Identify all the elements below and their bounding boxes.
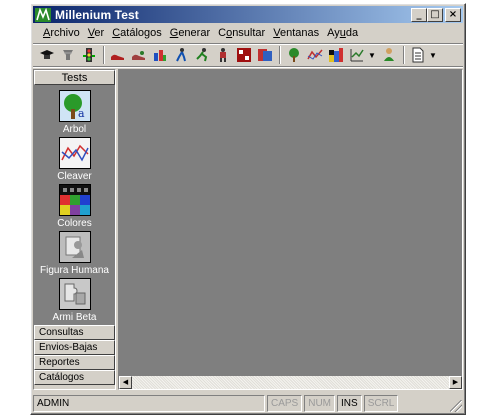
launcher-cleaver[interactable]: Cleaver [34, 137, 115, 182]
launcher-label: Arbol [62, 124, 87, 135]
launcher-armi-beta[interactable]: Armi Beta [34, 278, 115, 323]
app-window: Millenium Test _ □ × Archivo Ver Catálog… [30, 3, 466, 415]
menu-ayuda[interactable]: Ayuda [323, 27, 362, 39]
calculator-icon[interactable] [255, 45, 275, 65]
sidebar-group-reportes[interactable]: Reportes [34, 355, 115, 370]
app-logo-icon [35, 7, 51, 22]
color-blocks-icon[interactable] [326, 45, 346, 65]
title-bar[interactable]: Millenium Test _ □ × [33, 6, 463, 23]
status-caps: CAPS [267, 395, 303, 412]
family-icon[interactable] [150, 45, 170, 65]
document-icon[interactable] [408, 45, 428, 65]
graph-icon[interactable] [305, 45, 325, 65]
toolbar-separator [403, 46, 405, 64]
tree-icon[interactable] [284, 45, 304, 65]
chart-dropdown-arrow-icon[interactable]: ▼ [368, 45, 376, 65]
horizontal-scrollbar[interactable]: ◀ ▶ [119, 376, 462, 389]
puzzle-icon [58, 278, 91, 310]
sidebar-group-catalogos[interactable]: Catálogos [34, 370, 115, 385]
menu-consultar[interactable]: Consultar [214, 27, 269, 39]
person-icon[interactable] [213, 45, 233, 65]
outlook-sidebar: Tests a Arbol Cleaver Colores Figura Hum… [33, 69, 116, 390]
scroll-right-arrow-icon[interactable]: ▶ [449, 376, 462, 389]
cap-icon[interactable] [37, 45, 57, 65]
document-dropdown-arrow-icon[interactable]: ▼ [429, 45, 437, 65]
mdi-client-area[interactable] [119, 70, 462, 376]
menu-catalogos[interactable]: Catálogos [108, 27, 166, 39]
maximize-button[interactable]: □ [427, 8, 443, 22]
menu-generar[interactable]: Generar [166, 27, 214, 39]
chart-icon[interactable] [347, 45, 367, 65]
resize-grip-icon[interactable] [450, 400, 462, 412]
scroll-left-arrow-icon[interactable]: ◀ [119, 376, 132, 389]
toolbar-separator [103, 46, 105, 64]
sidebar-group-envios-bajas[interactable]: Envios-Bajas [34, 340, 115, 355]
color-grid-icon [58, 184, 91, 216]
minimize-button[interactable]: _ [411, 8, 427, 22]
sidebar-group-consultas[interactable]: Consultas [34, 325, 115, 340]
window-title: Millenium Test [55, 7, 139, 22]
filter-icon[interactable] [58, 45, 78, 65]
status-scrl: SCRL [363, 395, 399, 412]
runner-icon[interactable] [192, 45, 212, 65]
launcher-label: Colores [57, 218, 92, 229]
menu-ventanas[interactable]: Ventanas [269, 27, 323, 39]
tree-icon: a [58, 90, 91, 122]
status-user: ADMIN [33, 395, 265, 412]
board-game-icon[interactable] [234, 45, 254, 65]
sidebar-group-tests[interactable]: Tests [34, 70, 115, 85]
menu-bar: Archivo Ver Catálogos Generar Consultar … [33, 24, 463, 42]
launcher-label: Armi Beta [52, 312, 97, 323]
launcher-arbol[interactable]: a Arbol [34, 90, 115, 135]
scroll-track[interactable] [132, 376, 449, 389]
close-button[interactable]: × [445, 8, 461, 22]
menu-ver[interactable]: Ver [84, 27, 109, 39]
status-num: NUM [304, 395, 336, 412]
figure-icon[interactable] [171, 45, 191, 65]
human-figure-icon[interactable] [379, 45, 399, 65]
sidebar-pane: a Arbol Cleaver Colores Figura Humana Ar… [34, 85, 115, 325]
line-chart-icon [58, 137, 91, 169]
mdi-workspace: ◀ ▶ [118, 69, 463, 390]
shoes-alt-icon[interactable] [129, 45, 149, 65]
launcher-label: Figura Humana [40, 265, 109, 276]
status-bar: ADMIN CAPS NUM INS SCRL [33, 394, 463, 413]
traffic-light-icon[interactable] [79, 45, 99, 65]
toolbar: ▼ ▼ [33, 43, 463, 67]
status-ins: INS [337, 395, 362, 412]
launcher-label: Cleaver [57, 171, 92, 182]
shoes-icon[interactable] [108, 45, 128, 65]
toolbar-separator [279, 46, 281, 64]
menu-archivo[interactable]: Archivo [39, 27, 84, 39]
svg-text:a: a [78, 107, 85, 120]
launcher-colores[interactable]: Colores [34, 184, 115, 229]
launcher-figura-humana[interactable]: Figura Humana [34, 231, 115, 276]
human-figure-icon [58, 231, 91, 263]
